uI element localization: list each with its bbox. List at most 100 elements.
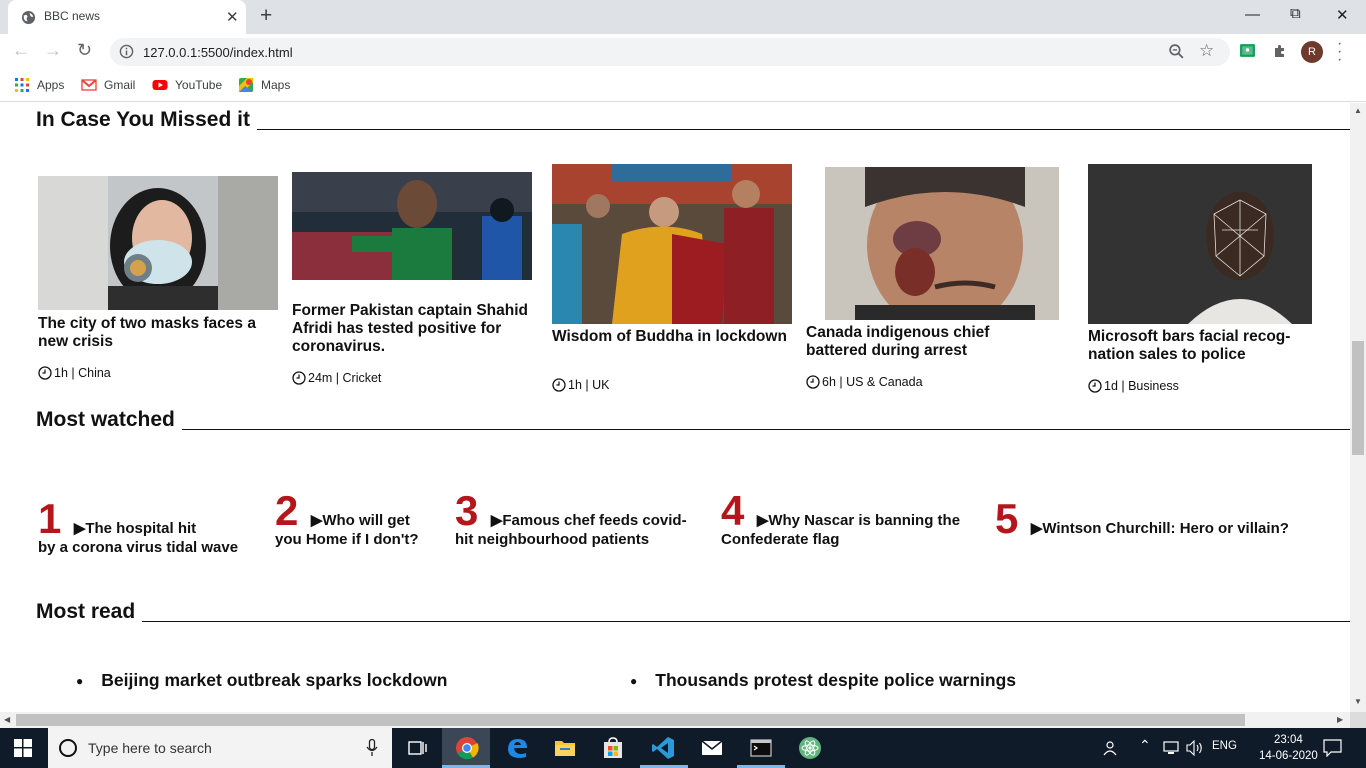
bookmark-apps[interactable]: Apps bbox=[14, 77, 64, 93]
minimize-button[interactable]: — bbox=[1245, 6, 1260, 23]
section-divider bbox=[142, 621, 1350, 622]
story-image[interactable] bbox=[825, 167, 1059, 320]
tray-expand-icon[interactable]: ⌃ bbox=[1139, 737, 1151, 754]
scroll-down-icon[interactable]: ▼ bbox=[1354, 697, 1362, 706]
profile-avatar[interactable]: R bbox=[1301, 41, 1323, 63]
horizontal-scrollbar[interactable]: ◀ ▶ bbox=[0, 712, 1350, 728]
bookmark-maps[interactable]: Maps bbox=[238, 77, 290, 93]
restore-button[interactable]: ⧉ bbox=[1290, 5, 1301, 22]
video-title-line2[interactable]: hit neighbourhood patients bbox=[455, 531, 705, 548]
scroll-right-icon[interactable]: ▶ bbox=[1337, 715, 1343, 724]
story-headline[interactable]: The city of two masks faces a new crisis bbox=[38, 315, 266, 351]
story-headline[interactable]: Canada indigenous chief battered during … bbox=[806, 324, 1028, 360]
people-icon[interactable] bbox=[1102, 738, 1122, 758]
story-meta: 1h | China bbox=[38, 366, 111, 380]
classroom-extension-icon[interactable] bbox=[1239, 42, 1256, 59]
video-title-line2[interactable]: you Home if I don't? bbox=[275, 531, 450, 548]
back-button[interactable]: ← bbox=[12, 40, 30, 61]
story-meta-text: 6h | US & Canada bbox=[822, 375, 923, 389]
address-bar[interactable]: 127.0.0.1:5500/index.html ☆ bbox=[110, 38, 1230, 66]
facial-recognition-image bbox=[1088, 164, 1312, 324]
bookmark-star-icon[interactable]: ☆ bbox=[1199, 41, 1214, 61]
most-watched-item-5[interactable]: 5 ▶Wintson Churchill: Hero or villain? bbox=[995, 495, 1315, 543]
video-title-line2[interactable]: Confederate flag bbox=[721, 531, 981, 548]
scroll-thumb[interactable] bbox=[1352, 341, 1364, 455]
browser-tab[interactable]: BBC news ✕ bbox=[8, 0, 246, 34]
most-read-title[interactable]: Beijing market outbreak sparks lockdown bbox=[101, 670, 447, 691]
notifications-icon[interactable] bbox=[1323, 739, 1342, 757]
most-read-item-1[interactable]: ● Beijing market outbreak sparks lockdow… bbox=[76, 670, 447, 691]
new-tab-button[interactable]: + bbox=[260, 4, 272, 28]
close-window-button[interactable]: ✕ bbox=[1336, 6, 1349, 24]
rank-number: 2 bbox=[275, 487, 299, 534]
bookmark-gmail[interactable]: Gmail bbox=[81, 77, 135, 93]
volume-icon[interactable] bbox=[1186, 740, 1204, 756]
microphone-icon[interactable] bbox=[366, 739, 378, 757]
section-divider bbox=[181, 429, 1350, 430]
bookmarks-bar: Apps Gmail YouTube Maps bbox=[0, 70, 1366, 102]
terminal-icon[interactable] bbox=[749, 736, 773, 760]
section-in-case-you-missed-it: In Case You Missed it bbox=[36, 108, 1350, 132]
bullet-icon: ● bbox=[630, 673, 638, 688]
windows-start-icon[interactable] bbox=[14, 739, 32, 757]
video-title-line1[interactable]: ▶Who will get bbox=[311, 512, 410, 529]
bullet-icon: ● bbox=[76, 673, 84, 688]
search-icon bbox=[59, 739, 77, 757]
file-explorer-icon[interactable] bbox=[553, 736, 577, 760]
story-headline[interactable]: Former Pakistan captain Shahid Afridi ha… bbox=[292, 302, 540, 356]
task-view-icon[interactable] bbox=[405, 736, 429, 760]
info-icon[interactable] bbox=[119, 44, 134, 59]
most-read-title[interactable]: Thousands protest despite police warning… bbox=[655, 670, 1016, 691]
extensions-puzzle-icon[interactable] bbox=[1272, 43, 1288, 59]
rank-number: 1 bbox=[38, 495, 62, 542]
taskbar-search[interactable]: Type here to search bbox=[48, 728, 392, 768]
store-icon[interactable] bbox=[601, 736, 625, 760]
bookmark-youtube[interactable]: YouTube bbox=[152, 77, 222, 93]
maps-icon bbox=[239, 78, 253, 92]
edge-icon[interactable] bbox=[505, 736, 529, 760]
clock-time: 23:04 bbox=[1274, 734, 1303, 746]
section-title: Most read bbox=[36, 600, 136, 623]
clock-icon bbox=[292, 371, 306, 385]
more-menu-icon[interactable]: · · · bbox=[1337, 36, 1342, 68]
story-image[interactable] bbox=[552, 164, 792, 324]
taskbar-clock[interactable]: 23:04 14-06-2020 bbox=[1259, 732, 1318, 764]
story-image[interactable] bbox=[38, 176, 278, 310]
url-text: 127.0.0.1:5500/index.html bbox=[143, 45, 293, 60]
reload-button[interactable]: ↻ bbox=[77, 40, 92, 61]
story-image[interactable] bbox=[292, 172, 532, 280]
close-tab-icon[interactable]: ✕ bbox=[226, 8, 239, 26]
video-title-line1[interactable]: ▶The hospital hit bbox=[74, 520, 196, 537]
video-title-line1[interactable]: ▶Why Nascar is banning the bbox=[757, 512, 960, 529]
most-watched-item-2[interactable]: 2 ▶Who will get you Home if I don't? bbox=[275, 487, 450, 548]
clock-date: 14-06-2020 bbox=[1259, 750, 1318, 762]
bookmark-label: YouTube bbox=[175, 78, 223, 92]
chrome-icon[interactable] bbox=[455, 736, 479, 760]
youtube-icon bbox=[152, 80, 168, 90]
mail-icon[interactable] bbox=[700, 736, 724, 760]
scroll-left-icon[interactable]: ◀ bbox=[4, 715, 10, 724]
vscode-icon[interactable] bbox=[651, 736, 675, 760]
scroll-up-icon[interactable]: ▲ bbox=[1354, 106, 1362, 115]
video-title-line1[interactable]: ▶Wintson Churchill: Hero or villain? bbox=[1031, 520, 1289, 537]
bookmark-label: Gmail bbox=[104, 78, 136, 92]
forward-button[interactable]: → bbox=[44, 40, 62, 61]
video-title-line1[interactable]: ▶Famous chef feeds covid- bbox=[491, 512, 687, 529]
video-title-line2[interactable]: by a corona virus tidal wave bbox=[38, 539, 263, 556]
atom-editor-icon[interactable] bbox=[798, 736, 822, 760]
most-watched-item-4[interactable]: 4 ▶Why Nascar is banning the Confederate… bbox=[721, 487, 981, 548]
vertical-scrollbar[interactable]: ▲ ▼ bbox=[1350, 103, 1366, 712]
clock-icon bbox=[1088, 379, 1102, 393]
scroll-thumb[interactable] bbox=[16, 714, 1245, 726]
tab-title: BBC news bbox=[44, 9, 101, 23]
most-watched-item-1[interactable]: 1 ▶The hospital hit by a corona virus ti… bbox=[38, 495, 263, 556]
most-watched-item-3[interactable]: 3 ▶Famous chef feeds covid- hit neighbou… bbox=[455, 487, 705, 548]
zoom-icon[interactable] bbox=[1168, 43, 1185, 60]
story-headline[interactable]: Microsoft bars facial recog-nation sales… bbox=[1088, 328, 1312, 364]
most-read-item-2[interactable]: ● Thousands protest despite police warni… bbox=[630, 670, 1016, 691]
story-image[interactable] bbox=[1088, 164, 1312, 324]
story-headline[interactable]: Wisdom of Buddha in lockdown bbox=[552, 328, 792, 346]
section-divider bbox=[256, 129, 1350, 130]
language-indicator[interactable]: ENG bbox=[1212, 740, 1237, 752]
network-icon[interactable] bbox=[1163, 741, 1179, 755]
